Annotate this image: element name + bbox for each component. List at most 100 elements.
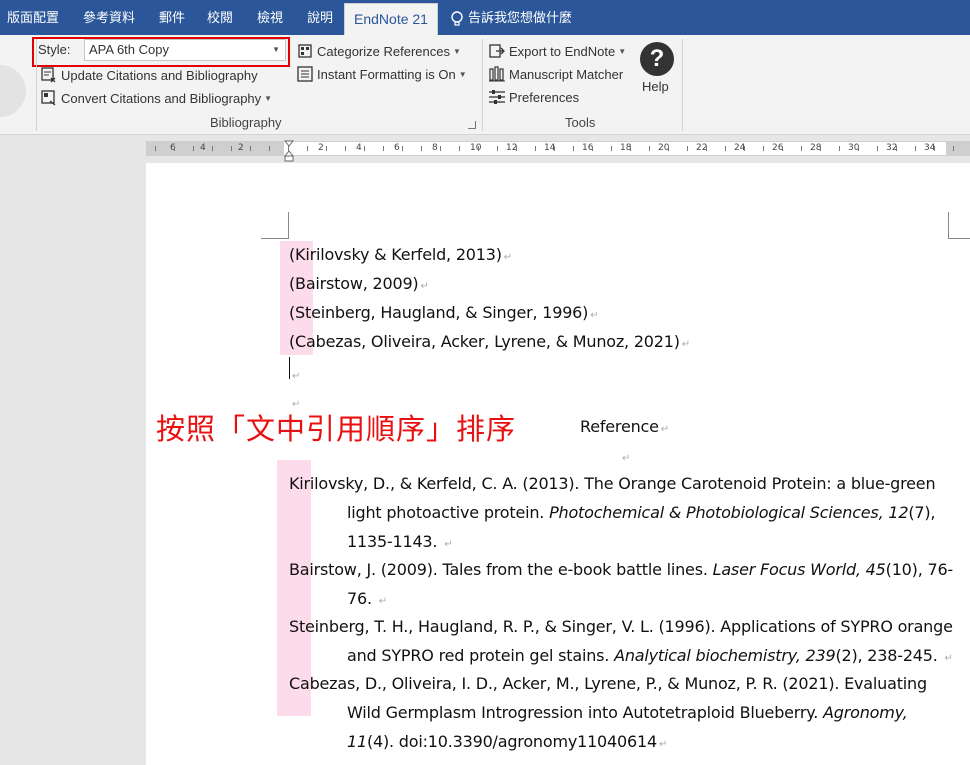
tab-help[interactable]: 說明	[298, 0, 342, 35]
ruler-tick-mark	[231, 146, 232, 151]
ruler-tick-mark	[155, 146, 156, 151]
instant-formatting-label: Instant Formatting is On	[317, 66, 456, 82]
ruler-tick-mark	[307, 146, 308, 151]
ruler-tick-label: 8	[432, 143, 438, 153]
ruler-tick-mark	[554, 146, 555, 151]
convert-citations-button[interactable]: Convert Citations and Bibliography ▼	[40, 87, 272, 109]
reference-heading-text: Reference	[580, 417, 659, 436]
ruler-tick-mark	[440, 146, 441, 151]
tell-me-label: 告訴我您想做什麼	[468, 10, 573, 25]
tab-mailings[interactable]: 郵件	[152, 0, 192, 35]
chevron-down-icon: ▼	[458, 69, 467, 79]
citation-line[interactable]: (Bairstow, 2009) ↵	[289, 274, 429, 293]
reference-entry-line[interactable]: and SYPRO red protein gel stains. Analyt…	[347, 646, 953, 665]
ruler-tick-mark	[402, 146, 403, 151]
ruler-tick-mark	[915, 146, 916, 151]
reference-entry-line[interactable]: Bairstow, J. (2009). Tales from the e-bo…	[289, 560, 953, 579]
chevron-down-icon: ▼	[264, 93, 273, 103]
chevron-down-icon: ▼	[618, 46, 627, 56]
manuscript-matcher-button[interactable]: Manuscript Matcher	[488, 63, 623, 85]
reference-text: (10), 76-	[885, 560, 954, 579]
tab-endnote[interactable]: EndNote 21	[344, 3, 438, 35]
ruler-tick-mark	[516, 146, 517, 151]
reference-entry-line[interactable]: Wild Germplasm Introgression into Autote…	[347, 703, 908, 722]
export-to-endnote-button[interactable]: Export to EndNote ▼	[488, 40, 626, 62]
ruler-tick-label: 10	[470, 143, 482, 153]
ruler-left-margin	[146, 142, 284, 155]
tab-references[interactable]: 參考資料	[72, 0, 146, 35]
reference-text: 76.	[347, 589, 377, 608]
help-icon[interactable]: ?	[640, 42, 674, 76]
ruler-tick-mark	[383, 146, 384, 151]
paragraph-mark-icon: ↵	[292, 371, 301, 382]
horizontal-ruler[interactable]: 6 4 2 2 4 6 8 10 12 14 16 18 20 22 24 26 28 30 32 34	[146, 141, 970, 156]
citation-line[interactable]: (Cabezas, Oliveira, Acker, Lyrene, & Mun…	[289, 332, 690, 351]
ruler-tick-mark	[877, 146, 878, 151]
ruler-tick-mark	[250, 146, 251, 151]
ruler-tick-mark	[725, 146, 726, 151]
export-to-endnote-label: Export to EndNote	[509, 43, 616, 59]
reference-text: and SYPRO red protein gel stains.	[347, 646, 615, 665]
indent-marker-icon[interactable]	[284, 140, 294, 162]
ruler-tick-label: 6	[394, 143, 400, 153]
reference-entry-line[interactable]: 76. ↵	[347, 589, 387, 608]
ribbon-tab-bar: 版面配置 參考資料 郵件 校閱 檢視 說明 EndNote 21 告訴我您想做什…	[0, 0, 970, 35]
ruler-tick-mark	[345, 146, 346, 151]
group-separator	[482, 39, 483, 131]
tell-me-search[interactable]: 告訴我您想做什麼	[450, 0, 572, 35]
ruler-tick-mark	[630, 146, 631, 151]
update-citations-button[interactable]: Update Citations and Bibliography	[40, 64, 258, 86]
reference-text: (4). doi:10.3390/agronomy11040614	[366, 732, 657, 751]
ruler-tick-label: 4	[200, 143, 206, 153]
ruler-tick-mark	[174, 146, 175, 151]
journal-title: Laser Focus World, 45	[712, 560, 886, 579]
empty-paragraph[interactable]: ↵	[290, 364, 300, 383]
ruler-tick-label: 2	[238, 143, 244, 153]
update-citations-icon	[41, 67, 56, 83]
paragraph-mark-icon: ↵	[681, 339, 690, 350]
ruler-tick-label: 4	[356, 143, 362, 153]
lightbulb-icon	[451, 10, 463, 26]
reference-entry-line[interactable]: 11(4). doi:10.3390/agronomy11040614 ↵	[347, 732, 667, 751]
order-annotation: 按照「文中引用順序」排序	[156, 412, 517, 446]
reference-text: light photoactive protein.	[347, 503, 550, 522]
tab-view[interactable]: 檢視	[248, 0, 292, 35]
style-dropdown[interactable]: APA 6th Copy ▼	[84, 39, 286, 61]
manuscript-matcher-label: Manuscript Matcher	[509, 66, 624, 82]
paragraph-mark-icon: ↵	[944, 653, 953, 664]
reference-entry-line[interactable]: Cabezas, D., Oliveira, I. D., Acker, M.,…	[289, 674, 927, 693]
citation-line[interactable]: (Kirilovsky & Kerfeld, 2013) ↵	[289, 245, 512, 264]
crop-mark	[261, 212, 289, 239]
convert-citations-icon	[41, 90, 56, 106]
tab-review[interactable]: 校閱	[198, 0, 242, 35]
ribbon-decoration	[0, 65, 26, 117]
ruler-tick-mark	[193, 146, 194, 151]
ruler-tick-label: 2	[318, 143, 324, 153]
reference-heading[interactable]: Reference ↵	[580, 417, 669, 436]
help-button-label[interactable]: Help	[642, 79, 669, 94]
citation-text: (Kirilovsky & Kerfeld, 2013)	[289, 245, 502, 264]
ruler-tick-mark	[592, 146, 593, 151]
ruler-tick-mark	[801, 146, 802, 151]
preferences-button[interactable]: Preferences	[488, 86, 579, 108]
dialog-launcher-icon[interactable]	[468, 121, 476, 129]
reference-entry-line[interactable]: Kirilovsky, D., & Kerfeld, C. A. (2013).…	[289, 474, 936, 493]
ruler-right-margin	[946, 142, 970, 155]
endnote-ribbon: Style: APA 6th Copy ▼ Update Citations a…	[0, 35, 970, 135]
tab-layout[interactable]: 版面配置	[0, 0, 66, 35]
instant-formatting-button[interactable]: Instant Formatting is On ▼	[296, 63, 467, 85]
citation-line[interactable]: (Steinberg, Haugland, & Singer, 1996) ↵	[289, 303, 599, 322]
paragraph-mark-icon: ↵	[420, 281, 429, 292]
ruler-tick-mark	[858, 146, 859, 151]
ruler-tick-mark	[820, 146, 821, 151]
reference-entry-line[interactable]: Steinberg, T. H., Haugland, R. P., & Sin…	[289, 617, 953, 636]
journal-title: Photochemical & Photobiological Sciences…	[549, 503, 909, 522]
reference-entry-line[interactable]: 1135-1143. ↵	[347, 532, 453, 551]
categorize-references-button[interactable]: Categorize References ▼	[296, 40, 461, 62]
empty-paragraph[interactable]: ↵	[620, 446, 630, 465]
reference-text: (7),	[908, 503, 936, 522]
paragraph-mark-icon: ↵	[378, 596, 387, 607]
ruler-tick-mark	[649, 146, 650, 151]
reference-entry-line[interactable]: light photoactive protein. Photochemical…	[347, 503, 935, 522]
paragraph-mark-icon: ↵	[444, 539, 453, 550]
